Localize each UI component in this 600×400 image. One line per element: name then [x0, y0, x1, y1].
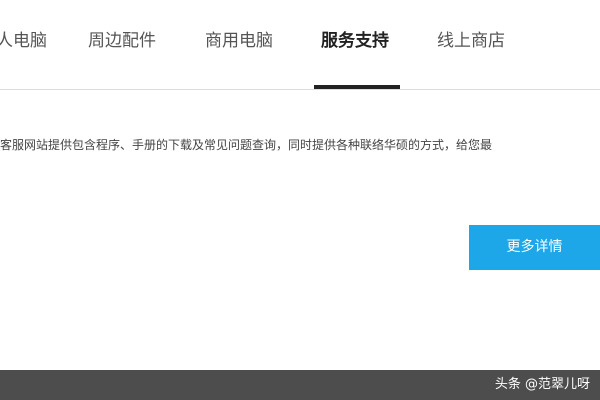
nav-item-service-support[interactable]: 服务支持 [321, 30, 389, 52]
service-description: 客服网站提供包含程序、手册的下载及常见问题查询，同时提供各种联络华硕的方式，给您… [0, 138, 493, 152]
page: 人电脑 周边配件 商用电脑 服务支持 线上商店 客服网站提供包含程序、手册的下载… [0, 0, 600, 400]
nav-item-online-store[interactable]: 线上商店 [437, 30, 505, 52]
active-tab-underline [314, 85, 400, 89]
nav-item-personal-pc[interactable]: 人电脑 [0, 30, 47, 52]
footer-watermark-bar: 头条 @范翠儿呀 [0, 370, 600, 400]
watermark-text: 头条 @范翠儿呀 [494, 377, 590, 392]
nav-item-business-pc[interactable]: 商用电脑 [205, 30, 273, 52]
more-details-button[interactable]: 更多详情 [469, 225, 600, 270]
nav-item-accessories[interactable]: 周边配件 [88, 30, 156, 52]
top-nav: 人电脑 周边配件 商用电脑 服务支持 线上商店 [0, 0, 600, 90]
